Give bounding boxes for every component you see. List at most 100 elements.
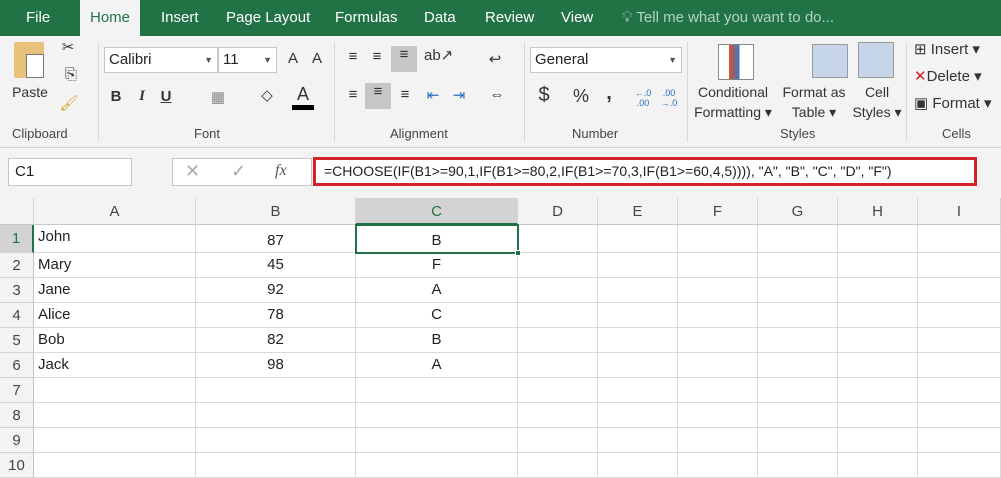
align-middle-icon[interactable]: ≡: [366, 48, 388, 65]
cell-styles-button[interactable]: Cell Styles ▾: [850, 82, 904, 122]
tell-me-search[interactable]: 💡︎ Tell me what you want to do...: [622, 0, 834, 36]
cell-I8[interactable]: [918, 403, 1001, 428]
cell-A8[interactable]: [34, 403, 196, 428]
cell-H6[interactable]: [838, 353, 918, 378]
cell-F2[interactable]: [678, 253, 758, 278]
cell-B10[interactable]: [196, 453, 356, 478]
cell-C6[interactable]: A: [356, 353, 518, 378]
cell-E3[interactable]: [598, 278, 678, 303]
cell-C2[interactable]: F: [356, 253, 518, 278]
cell-H2[interactable]: [838, 253, 918, 278]
cell-F10[interactable]: [678, 453, 758, 478]
cell-B6[interactable]: 98: [196, 353, 356, 378]
fill-color-icon[interactable]: ◇: [256, 86, 278, 104]
row-header-4[interactable]: 4: [0, 303, 34, 328]
cell-H1[interactable]: [838, 225, 918, 253]
cell-D3[interactable]: [518, 278, 598, 303]
paste-button[interactable]: Paste: [10, 82, 50, 102]
decrease-decimal-button[interactable]: .00 →.0: [658, 88, 680, 108]
cell-G7[interactable]: [758, 378, 838, 403]
cell-H10[interactable]: [838, 453, 918, 478]
cell-E9[interactable]: [598, 428, 678, 453]
percent-button[interactable]: %: [572, 86, 590, 107]
select-all-corner[interactable]: [0, 198, 34, 225]
row-header-3[interactable]: 3: [0, 278, 34, 303]
cell-B3[interactable]: 92: [196, 278, 356, 303]
cell-C9[interactable]: [356, 428, 518, 453]
increase-font-icon[interactable]: A: [284, 50, 302, 67]
cell-G10[interactable]: [758, 453, 838, 478]
cell-E8[interactable]: [598, 403, 678, 428]
cell-G1[interactable]: [758, 225, 838, 253]
cell-H4[interactable]: [838, 303, 918, 328]
cell-A6[interactable]: Jack: [34, 353, 196, 378]
cell-A4[interactable]: Alice: [34, 303, 196, 328]
align-center-icon[interactable]: ≡: [365, 83, 391, 109]
currency-button[interactable]: $: [536, 84, 552, 107]
row-header-9[interactable]: 9: [0, 428, 34, 453]
cell-I7[interactable]: [918, 378, 1001, 403]
merge-center-icon[interactable]: ⇔: [484, 86, 510, 103]
cell-E7[interactable]: [598, 378, 678, 403]
cell-B1[interactable]: 87: [196, 225, 356, 253]
cell-I1[interactable]: [918, 225, 1001, 253]
column-header-A[interactable]: A: [34, 198, 196, 225]
format-as-table-button[interactable]: Format as Table ▾: [778, 82, 850, 122]
row-header-1[interactable]: 1: [0, 225, 34, 253]
cell-G2[interactable]: [758, 253, 838, 278]
cell-I5[interactable]: [918, 328, 1001, 353]
cell-B5[interactable]: 82: [196, 328, 356, 353]
cell-G3[interactable]: [758, 278, 838, 303]
enter-icon[interactable]: ✓: [231, 161, 246, 182]
tab-insert[interactable]: Insert: [151, 0, 209, 36]
insert-cells-button[interactable]: ⊞ Insert ▾: [914, 40, 1000, 60]
fill-handle[interactable]: [515, 250, 521, 256]
comma-button[interactable]: ,: [604, 82, 614, 105]
format-cells-button[interactable]: ▣ Format ▾: [914, 94, 1000, 114]
column-header-D[interactable]: D: [518, 198, 598, 225]
align-left-icon[interactable]: ≡: [342, 86, 364, 103]
cell-I6[interactable]: [918, 353, 1001, 378]
cell-D2[interactable]: [518, 253, 598, 278]
cell-D7[interactable]: [518, 378, 598, 403]
tab-home[interactable]: Home: [80, 0, 141, 36]
cancel-icon[interactable]: ✕: [185, 161, 200, 182]
column-header-F[interactable]: F: [678, 198, 758, 225]
delete-cells-button[interactable]: ✕Delete ▾: [914, 67, 1000, 87]
borders-icon[interactable]: ▦: [206, 88, 230, 106]
cell-A9[interactable]: [34, 428, 196, 453]
cell-E2[interactable]: [598, 253, 678, 278]
cell-I9[interactable]: [918, 428, 1001, 453]
number-format-select[interactable]: General ▼: [530, 47, 682, 73]
align-bottom-icon[interactable]: ≡: [391, 46, 417, 72]
cell-B9[interactable]: [196, 428, 356, 453]
increase-indent-icon[interactable]: ⇥: [448, 86, 470, 104]
cell-C7[interactable]: [356, 378, 518, 403]
cell-A5[interactable]: Bob: [34, 328, 196, 353]
cell-B7[interactable]: [196, 378, 356, 403]
cell-A7[interactable]: [34, 378, 196, 403]
cell-A1[interactable]: John: [34, 225, 196, 253]
column-header-I[interactable]: I: [918, 198, 1001, 225]
cell-F6[interactable]: [678, 353, 758, 378]
conditional-formatting-button[interactable]: Conditional Formatting ▾: [690, 82, 776, 122]
tab-page-layout[interactable]: Page Layout: [216, 0, 320, 36]
column-header-C[interactable]: C: [356, 198, 518, 225]
cell-H8[interactable]: [838, 403, 918, 428]
row-header-8[interactable]: 8: [0, 403, 34, 428]
cell-I4[interactable]: [918, 303, 1001, 328]
cell-H7[interactable]: [838, 378, 918, 403]
decrease-font-icon[interactable]: A: [308, 50, 326, 67]
row-header-10[interactable]: 10: [0, 453, 34, 478]
cell-E6[interactable]: [598, 353, 678, 378]
copy-icon[interactable]: ⎘: [58, 66, 84, 83]
cell-F1[interactable]: [678, 225, 758, 253]
cell-D8[interactable]: [518, 403, 598, 428]
cell-G5[interactable]: [758, 328, 838, 353]
row-header-2[interactable]: 2: [0, 253, 34, 278]
cell-H9[interactable]: [838, 428, 918, 453]
row-header-6[interactable]: 6: [0, 353, 34, 378]
cell-A2[interactable]: Mary: [34, 253, 196, 278]
cell-F4[interactable]: [678, 303, 758, 328]
cell-D5[interactable]: [518, 328, 598, 353]
